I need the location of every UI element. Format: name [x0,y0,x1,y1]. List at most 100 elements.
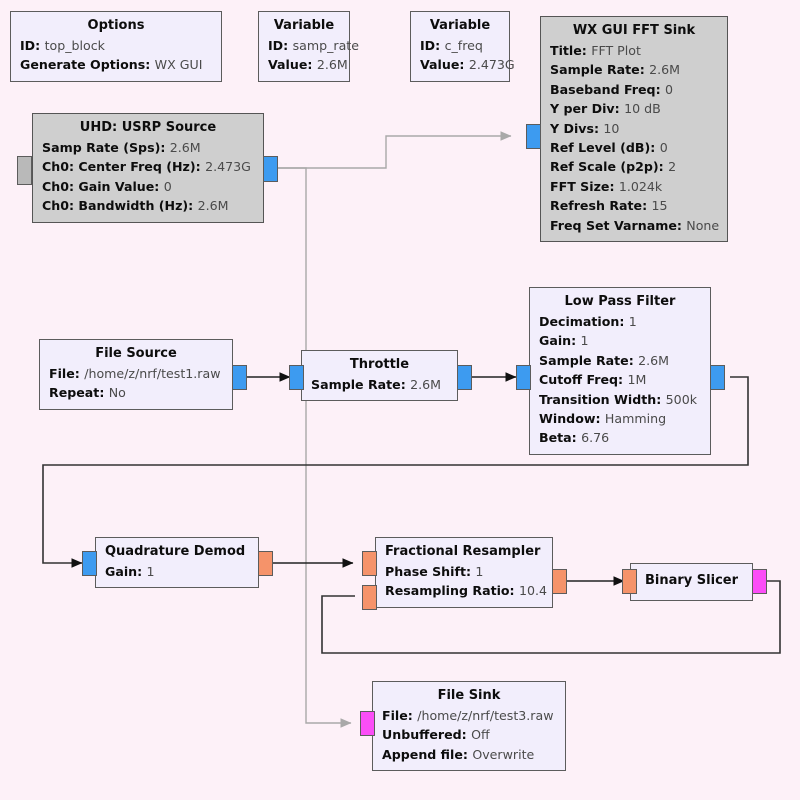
param-key: Value: [420,57,465,73]
port-out-binary-slicer[interactable] [752,569,767,594]
param-key: ID: [20,38,41,53]
param-value: 15 [651,198,668,214]
block-title: Low Pass Filter [564,294,676,309]
block-param-row: Value: 2.473G [420,55,515,74]
block-file-source[interactable]: File Source File: /home/z/nrf/test1.raw … [39,339,233,410]
param-value: 6.76 [581,430,610,446]
block-param-row: Gain: 1 [539,331,701,350]
block-param-row: FFT Size: 1.024k [550,177,718,196]
block-param-row: Y per Div: 10 dB [550,99,718,118]
port-in-quadrature-demod[interactable] [82,551,97,576]
param-value: 0 [163,178,172,194]
block-param-row: Title: FFT Plot [550,41,718,60]
param-key: Y Divs: [550,120,600,136]
param-key: Window: [539,411,601,427]
block-param-row: Sample Rate: 2.6M [311,375,448,394]
block-file-sink[interactable]: File Sink File: /home/z/nrf/test3.raw Un… [372,681,566,772]
block-uhd-usrp-source[interactable]: UHD: USRP Source Samp Rate (Sps): 2.6M C… [32,113,264,223]
block-wx-gui-fft-sink[interactable]: WX GUI FFT Sink Title: FFT Plot Sample R… [540,16,728,243]
block-param-row: Transition Width: 500k [539,390,701,409]
block-title: Variable [429,18,491,33]
block-param-row: Cutoff Freq: 1M [539,370,701,389]
param-value: top_block [44,38,105,53]
param-value: 500k [665,391,698,407]
block-param-row: ID: c_freq [420,36,500,55]
param-value: 2.6M [169,140,201,155]
param-value: 0 [665,81,674,97]
block-param-row: Resampling Ratio: 10.4 [385,581,547,600]
param-key: Sample Rate: [550,62,645,78]
param-value: 1 [628,314,637,329]
block-param-row: Freq Set Varname: None [550,216,720,235]
port-in-uhd-usrp-source[interactable] [17,156,32,185]
block-title: Quadrature Demod [105,544,246,559]
param-key: Sample Rate: [311,377,406,392]
flowgraph-canvas[interactable]: Options ID: top_block Generate Options: … [0,0,800,800]
param-value: 2.6M [410,377,442,392]
param-value: 1 [580,333,589,349]
port-out-quadrature-demod[interactable] [258,551,273,576]
param-key: Repeat: [49,385,105,401]
param-value: samp_rate [292,38,359,53]
port-out-low-pass-filter[interactable] [710,365,725,390]
port-out-fractional-resampler[interactable] [552,569,567,594]
block-param-row: Y Divs: 10 [550,119,718,138]
param-key: File: [382,708,413,723]
block-param-row: Beta: 6.76 [539,428,701,447]
param-value: c_freq [444,38,483,53]
param-value: WX GUI [154,57,203,73]
block-param-row: Ch0: Gain Value: 0 [42,177,254,196]
port-in-low-pass-filter[interactable] [516,365,531,390]
block-title: Fractional Resampler [385,544,541,559]
param-key: Baseband Freq: [550,81,661,97]
port-in1-fractional-resampler[interactable] [362,585,377,610]
block-param-row: Baseband Freq: 0 [550,80,718,99]
param-value: 2 [668,159,677,175]
param-value: 1 [146,564,155,579]
port-out-uhd-usrp-source[interactable] [263,156,278,182]
block-param-row: Ref Scale (p2p): 2 [550,157,718,176]
block-options[interactable]: Options ID: top_block Generate Options: … [10,11,222,82]
param-key: Generate Options: [20,57,151,73]
block-param-row: Value: 2.6M [268,55,348,74]
param-value: 2.6M [316,57,348,73]
param-key: Phase Shift: [385,564,472,579]
block-fractional-resampler[interactable]: Fractional Resampler Phase Shift: 1 Resa… [375,537,553,608]
block-variable-c-freq[interactable]: Variable ID: c_freq Value: 2.473G [410,11,515,82]
param-key: Freq Set Varname: [550,217,682,233]
port-in-file-sink[interactable] [360,711,375,736]
port-in-binary-slicer[interactable] [622,569,637,594]
port-out-throttle[interactable] [457,365,472,390]
wire-usrp-to-file-sink [275,167,352,728]
param-key: ID: [420,38,441,53]
param-key: Beta: [539,430,577,446]
block-low-pass-filter[interactable]: Low Pass Filter Decimation: 1 Gain: 1 Sa… [529,287,711,455]
param-key: Decimation: [539,314,625,329]
block-throttle[interactable]: Throttle Sample Rate: 2.6M [301,350,458,402]
param-value: None [686,217,720,233]
port-out-file-source[interactable] [232,365,247,390]
param-key: Ref Level (dB): [550,140,656,156]
param-value: 10 [603,120,620,136]
block-param-row: Generate Options: WX GUI [20,55,212,74]
param-value: 2.6M [649,62,681,78]
param-value: No [108,385,126,401]
param-key: Resampling Ratio: [385,583,515,599]
block-param-row: Samp Rate (Sps): 2.6M [42,138,254,157]
block-quadrature-demod[interactable]: Quadrature Demod Gain: 1 [95,537,259,589]
block-title: Binary Slicer [644,573,738,588]
block-param-row: Append file: Overwrite [382,745,556,764]
port-in0-fractional-resampler[interactable] [362,551,377,576]
param-value: /home/z/nrf/test3.raw [417,708,554,723]
param-key: ID: [268,38,289,53]
port-in-wx-gui-fft-sink[interactable] [526,124,541,149]
block-variable-samp-rate[interactable]: Variable ID: samp_rate Value: 2.6M [258,11,359,82]
block-binary-slicer[interactable]: Binary Slicer [630,563,753,601]
block-param-row: Phase Shift: 1 [385,562,543,581]
param-key: Samp Rate (Sps): [42,140,166,155]
block-param-row: Refresh Rate: 15 [550,196,718,215]
block-title: UHD: USRP Source [79,120,217,135]
port-in-throttle[interactable] [289,365,304,390]
param-value: 10 dB [624,101,661,117]
param-key: Ch0: Bandwidth (Hz): [42,198,194,214]
